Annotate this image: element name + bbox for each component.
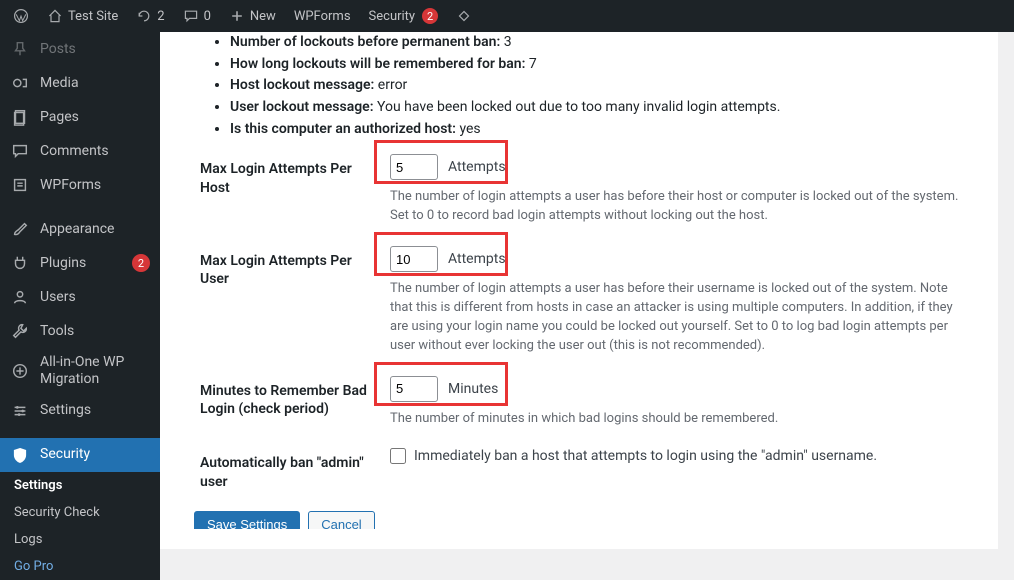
brush-icon — [10, 219, 30, 239]
settings-form: Max Login Attempts Per Host Attempts The… — [180, 154, 994, 490]
sliders-icon — [10, 401, 30, 421]
sidebar-label: All-in-One WP Migration — [40, 354, 150, 388]
page-icon — [10, 107, 30, 127]
unit-label: Attempts — [448, 159, 506, 175]
media-icon — [10, 73, 30, 93]
comment-icon — [10, 141, 30, 161]
admin-toolbar: Test Site 2 0 New WPForms Security 2 — [0, 0, 1014, 32]
security-submenu: Settings Security Check Logs Go Pro — [0, 472, 160, 580]
row-max-login-user: Max Login Attempts Per User Attempts The… — [180, 246, 994, 355]
save-button[interactable]: Save Settings — [194, 511, 300, 529]
site-name-link[interactable]: Test Site — [40, 0, 125, 32]
security-toolbar-label: Security — [369, 9, 416, 24]
sidebar-label: Comments — [40, 143, 150, 160]
row-auto-ban-admin: Automatically ban "admin" user Immediate… — [180, 448, 994, 490]
help-text: The number of login attempts a user has … — [390, 188, 960, 226]
cancel-button[interactable]: Cancel — [308, 511, 374, 529]
diamond-icon — [456, 8, 472, 24]
user-icon — [10, 287, 30, 307]
admin-sidebar: Posts Media Pages Comments WPForms Appea… — [0, 32, 160, 549]
plugins-badge: 2 — [132, 254, 150, 272]
submenu-settings[interactable]: Settings — [0, 472, 160, 499]
settings-summary-list: Number of lockouts before permanent ban:… — [230, 32, 994, 140]
checkbox-auto-ban-admin[interactable] — [390, 448, 406, 464]
wordpress-icon — [13, 8, 29, 24]
checkbox-row[interactable]: Immediately ban a host that attempts to … — [390, 448, 994, 464]
migration-icon — [10, 361, 30, 381]
summary-item: Is this computer an authorized host: yes — [230, 119, 994, 141]
unit-label: Minutes — [448, 381, 498, 397]
label-auto-ban-admin: Automatically ban "admin" user — [180, 448, 380, 490]
home-icon — [47, 8, 63, 24]
sidebar-item-migration[interactable]: All-in-One WP Migration — [0, 348, 160, 394]
help-text: The number of login attempts a user has … — [390, 280, 960, 355]
sidebar-label: Plugins — [40, 255, 122, 272]
comments-count: 0 — [204, 9, 211, 24]
sidebar-label: Users — [40, 289, 150, 306]
summary-item: Host lockout message: error — [230, 75, 994, 97]
sidebar-item-security[interactable]: Security — [0, 438, 160, 472]
sidebar-item-media[interactable]: Media — [0, 66, 160, 100]
sidebar-item-posts[interactable]: Posts — [0, 32, 160, 66]
sidebar-item-users[interactable]: Users — [0, 280, 160, 314]
label-minutes-remember: Minutes to Remember Bad Login (check per… — [180, 376, 380, 418]
wpforms-toolbar-link[interactable]: WPForms — [287, 0, 358, 32]
checkbox-label: Immediately ban a host that attempts to … — [414, 448, 877, 464]
updates-link[interactable]: 2 — [129, 0, 171, 32]
main-content: Number of lockouts before permanent ban:… — [160, 32, 1014, 549]
site-name: Test Site — [68, 9, 118, 24]
wp-logo[interactable] — [6, 0, 36, 32]
sidebar-item-comments[interactable]: Comments — [0, 134, 160, 168]
summary-item: How long lockouts will be remembered for… — [230, 54, 994, 76]
extra-toolbar-item[interactable] — [449, 0, 479, 32]
comment-bubble-icon — [183, 8, 199, 24]
form-buttons: Save Settings Cancel — [194, 511, 994, 529]
security-toolbar-link[interactable]: Security 2 — [362, 0, 446, 32]
unit-label: Attempts — [448, 251, 506, 267]
help-text: The number of minutes in which bad login… — [390, 410, 960, 429]
submenu-security-check[interactable]: Security Check — [0, 499, 160, 526]
sidebar-label: Security — [40, 446, 150, 463]
input-max-login-user[interactable] — [390, 246, 438, 272]
label-max-login-host: Max Login Attempts Per Host — [180, 154, 380, 196]
plus-icon — [229, 8, 245, 24]
sidebar-item-appearance[interactable]: Appearance — [0, 212, 160, 246]
sidebar-item-wpforms[interactable]: WPForms — [0, 168, 160, 202]
input-max-login-host[interactable] — [390, 154, 438, 180]
sidebar-label: Posts — [40, 41, 150, 58]
label-max-login-user: Max Login Attempts Per User — [180, 246, 380, 288]
sidebar-label: Tools — [40, 323, 150, 340]
input-minutes-remember[interactable] — [390, 376, 438, 402]
row-max-login-host: Max Login Attempts Per Host Attempts The… — [180, 154, 994, 226]
plug-icon — [10, 253, 30, 273]
sidebar-item-pages[interactable]: Pages — [0, 100, 160, 134]
wrench-icon — [10, 321, 30, 341]
wpforms-icon — [10, 175, 30, 195]
row-minutes-remember: Minutes to Remember Bad Login (check per… — [180, 376, 994, 429]
wpforms-toolbar-label: WPForms — [294, 9, 351, 24]
sidebar-item-plugins[interactable]: Plugins 2 — [0, 246, 160, 280]
pin-icon — [10, 39, 30, 59]
new-link[interactable]: New — [222, 0, 283, 32]
updates-icon — [136, 8, 152, 24]
sidebar-item-settings[interactable]: Settings — [0, 394, 160, 428]
scrollbar[interactable] — [998, 32, 1014, 549]
sidebar-item-tools[interactable]: Tools — [0, 314, 160, 348]
summary-item: Number of lockouts before permanent ban:… — [230, 32, 994, 54]
summary-item: User lockout message: You have been lock… — [230, 97, 994, 119]
shield-icon — [10, 445, 30, 465]
updates-count: 2 — [157, 9, 164, 24]
sidebar-label: Media — [40, 75, 150, 92]
security-toolbar-badge: 2 — [422, 8, 438, 24]
sidebar-label: Pages — [40, 109, 150, 126]
comments-link[interactable]: 0 — [176, 0, 218, 32]
sidebar-label: WPForms — [40, 177, 150, 194]
new-label: New — [250, 9, 276, 24]
submenu-go-pro[interactable]: Go Pro — [0, 553, 160, 580]
sidebar-label: Settings — [40, 402, 150, 419]
sidebar-label: Appearance — [40, 221, 150, 238]
